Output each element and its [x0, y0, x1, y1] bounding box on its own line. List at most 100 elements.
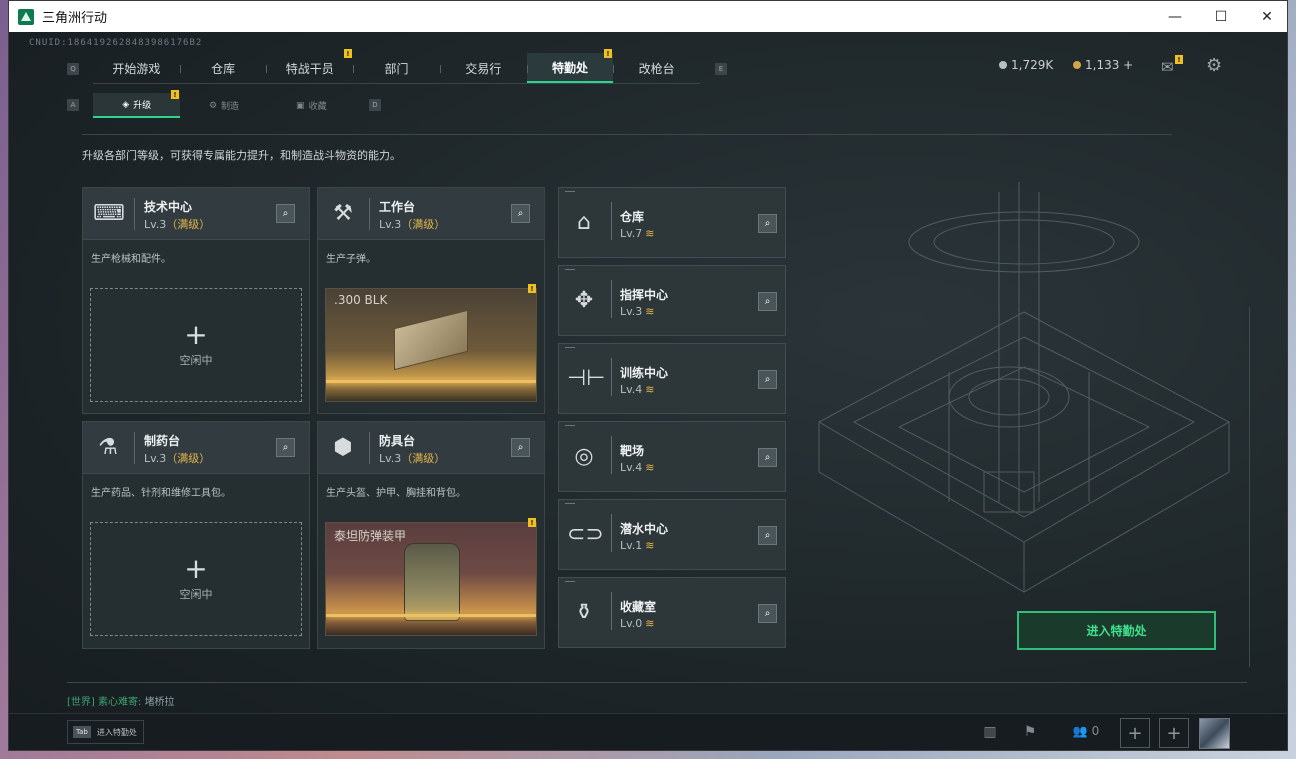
production-slot-ammo[interactable]: .300 BLK: [325, 288, 537, 402]
product-alert-badge: !: [528, 284, 536, 293]
app-window: 三角洲行动 — ☐ ✕ CNUID:1864192628483986176B2: [8, 0, 1288, 751]
stats-icon[interactable]: ▥: [979, 724, 1001, 744]
chat-message: 堵桥拉: [144, 697, 175, 708]
dept-card-training-center[interactable]: ⊣⊢ 训练中心 Lv.4 ≋ ⌕: [558, 343, 786, 414]
search-icon[interactable]: ⌕: [758, 292, 777, 311]
chat-user: 素心难寄:: [98, 697, 142, 708]
dept-level: Lv.3（满级）: [379, 452, 446, 465]
nav-start-game[interactable]: 开始游戏: [93, 53, 180, 83]
dept-card-workbench[interactable]: ⚒ 工作台 Lv.3（满级） ⌕ 生产子弹。 .300 BLK !: [317, 187, 545, 414]
settings-gear-icon[interactable]: ⚙: [1206, 55, 1222, 76]
idle-production-slot[interactable]: + 空闲中: [90, 288, 302, 402]
search-icon[interactable]: ⌕: [276, 438, 295, 457]
subnav-next-key: D: [369, 99, 381, 111]
dept-name: 潜水中心: [620, 522, 669, 536]
ammo-box-image: [394, 309, 468, 371]
tab-collection[interactable]: ▣ 收藏: [268, 93, 355, 118]
dept-name: 工作台: [379, 200, 416, 214]
dept-card-armor[interactable]: ⬢ 防具台 Lv.3（满级） ⌕ 生产头盔、护甲、胸挂和背包。 泰坦防弹装甲 !: [317, 421, 545, 649]
pharmacy-icon: ⚗: [98, 435, 118, 460]
search-icon[interactable]: ⌕: [758, 526, 777, 545]
tech-center-icon: ⌨: [93, 201, 125, 226]
idle-production-slot[interactable]: + 空闲中: [90, 522, 302, 636]
collection-icon: ▣: [296, 100, 305, 111]
friends-button[interactable]: 👥 0: [1067, 724, 1105, 744]
dept-card-warehouse[interactable]: ⌂ 仓库 Lv.7 ≋ ⌕: [558, 187, 786, 258]
dept-card-diving-center[interactable]: ⊂⊃ 潜水中心 Lv.1 ≋ ⌕: [558, 499, 786, 570]
dept-level: Lv.4 ≋: [620, 383, 655, 396]
close-button[interactable]: ✕: [1244, 1, 1287, 32]
dept-name: 防具台: [379, 434, 416, 448]
dept-description: 生产子弹。: [326, 254, 376, 265]
dept-card-shooting-range[interactable]: ◎ 靶场 Lv.4 ≋ ⌕: [558, 421, 786, 492]
dept-name: 训练中心: [620, 366, 669, 380]
gold-currency[interactable]: 1,133 +: [1073, 58, 1133, 72]
card-header: ⚗ 制药台 Lv.3（满级） ⌕: [83, 422, 309, 474]
dept-level: Lv.3（满级）: [144, 452, 211, 465]
nav-department[interactable]: 部门: [353, 53, 440, 83]
dept-card-tech-center[interactable]: ⌨ 技术中心 Lv.3（满级） ⌕ 生产枪械和配件。 + 空闲中: [82, 187, 310, 414]
tab-craft[interactable]: ⚙ 制造: [180, 93, 267, 118]
dept-description: 生产药品、针剂和维修工具包。: [91, 488, 231, 499]
search-icon[interactable]: ⌕: [758, 370, 777, 389]
product-name: 泰坦防弹装甲: [334, 529, 407, 543]
search-icon[interactable]: ⌕: [276, 204, 295, 223]
tab-enter-special-ops[interactable]: Tab 进入特勤处: [67, 720, 144, 744]
subnav-prev-key: A: [67, 99, 79, 111]
tab-key: Tab: [73, 726, 91, 738]
minimize-button[interactable]: —: [1152, 1, 1198, 32]
game-screen: CNUID:1864192628483986176B2 Q 开始游戏 仓库 特战…: [9, 32, 1287, 750]
facility-hologram: [817, 182, 1231, 593]
flag-icon[interactable]: ⚑: [1019, 724, 1041, 744]
plus-icon: +: [184, 318, 208, 351]
nav-special-ops[interactable]: 特勤处: [526, 53, 614, 83]
nav-warehouse[interactable]: 仓库: [179, 53, 267, 83]
dept-level: Lv.3 ≋: [620, 305, 655, 318]
tab-upgrade[interactable]: ◈ 升级: [93, 93, 181, 118]
search-icon[interactable]: ⌕: [758, 604, 777, 623]
upgrade-available-icon: ≋: [645, 383, 655, 396]
dept-card-command-center[interactable]: ✥ 指挥中心 Lv.3 ≋ ⌕: [558, 265, 786, 336]
add-party-slot-1[interactable]: +: [1120, 718, 1150, 748]
dept-level: Lv.3（满级）: [379, 218, 446, 231]
dept-card-collection-room[interactable]: ⚱ 收藏室 Lv.0 ≋ ⌕: [558, 577, 786, 648]
production-slot-armor[interactable]: 泰坦防弹装甲: [325, 522, 537, 636]
dept-card-pharmacy[interactable]: ⚗ 制药台 Lv.3（满级） ⌕ 生产药品、针剂和维修工具包。 + 空闲中: [82, 421, 310, 649]
collection-room-icon: ⚱: [574, 600, 594, 625]
app-logo-icon: [18, 8, 34, 25]
nav-gunsmith[interactable]: 改枪台: [613, 53, 700, 83]
diving-center-icon: ⊂⊃: [567, 522, 604, 547]
special-ops-alert-badge: !: [604, 49, 612, 58]
search-icon[interactable]: ⌕: [511, 204, 530, 223]
dept-level: Lv.7 ≋: [620, 227, 655, 240]
dept-name: 收藏室: [620, 600, 657, 614]
search-icon[interactable]: ⌕: [758, 214, 777, 233]
maximize-button[interactable]: ☐: [1198, 1, 1244, 32]
workbench-icon: ⚒: [333, 201, 353, 226]
product-alert-badge: !: [528, 518, 536, 527]
search-icon[interactable]: ⌕: [511, 438, 530, 457]
dept-name: 技术中心: [144, 200, 193, 214]
nav-operators[interactable]: 特战干员: [266, 53, 353, 83]
upgrade-available-icon: ≋: [645, 305, 655, 318]
chat-line[interactable]: [世界] 素心难寄: 堵桥拉: [67, 693, 175, 708]
add-party-slot-2[interactable]: +: [1159, 718, 1189, 748]
nav-trading[interactable]: 交易行: [439, 53, 527, 83]
dept-level: Lv.0 ≋: [620, 617, 655, 630]
silver-currency: 1,729K: [999, 58, 1053, 72]
dept-name: 靶场: [620, 444, 645, 458]
bottom-divider: [67, 682, 1247, 683]
friends-count: 0: [1091, 724, 1100, 738]
mail-alert-badge: !: [1175, 55, 1183, 64]
search-icon[interactable]: ⌕: [758, 448, 777, 467]
dept-name: 指挥中心: [620, 288, 669, 302]
dept-level: Lv.3（满级）: [144, 218, 211, 231]
dept-level: Lv.4 ≋: [620, 461, 655, 474]
gold-coin-icon: [1073, 61, 1081, 69]
avatar[interactable]: [1199, 718, 1230, 749]
upgrade-available-icon: ≋: [645, 461, 655, 474]
enter-special-ops-button[interactable]: 进入特勤处: [1017, 611, 1216, 650]
card-header: ⚒ 工作台 Lv.3（满级） ⌕: [318, 188, 544, 240]
mail-icon[interactable]: ✉: [1161, 58, 1174, 76]
window-title: 三角洲行动: [42, 11, 108, 26]
